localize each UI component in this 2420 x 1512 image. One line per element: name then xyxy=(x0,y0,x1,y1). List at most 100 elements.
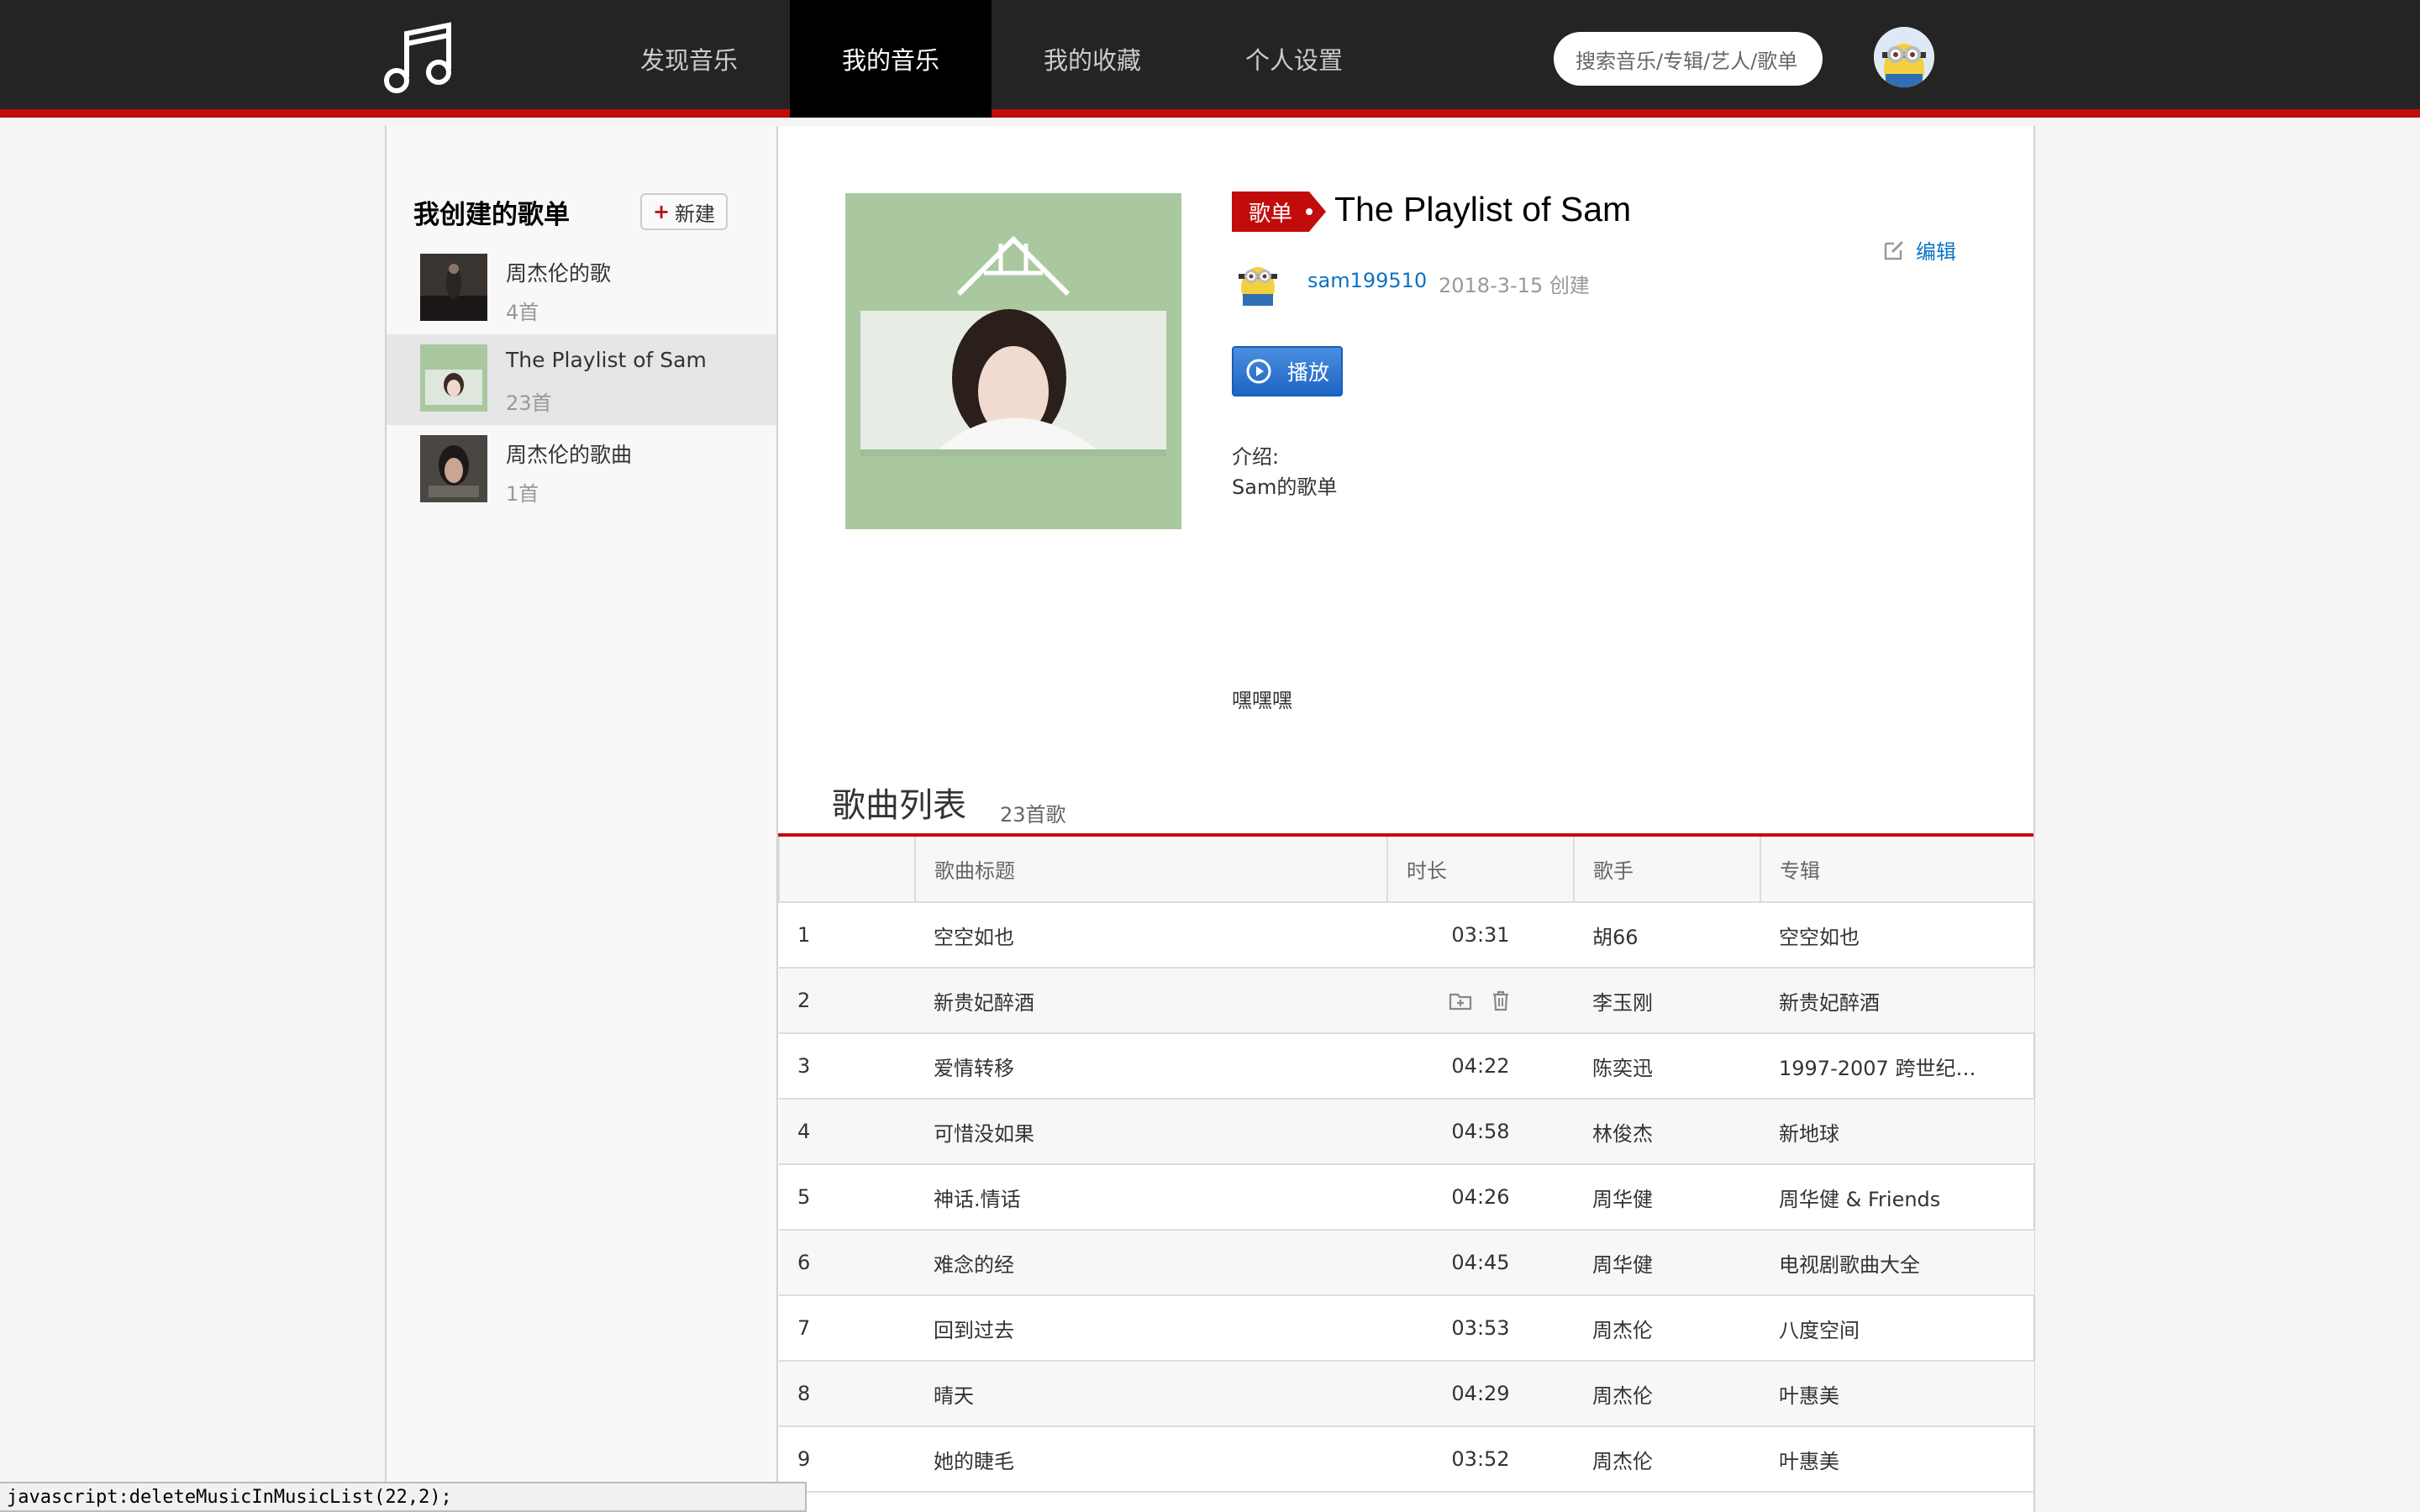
playlist-list: 周杰伦的歌 4首 The Playlist of Sam 23首 周杰伦的歌曲 … xyxy=(387,244,776,516)
song-artist[interactable]: 周杰伦 xyxy=(1574,1361,1760,1427)
song-title[interactable]: 她的睫毛 xyxy=(915,1426,1387,1493)
song-table: 歌曲标题 时长 歌手 专辑 1 空空如也 03:31 胡66 空空如也 2 新贵… xyxy=(778,837,2035,1493)
song-title[interactable]: 回到过去 xyxy=(915,1295,1387,1362)
song-duration: 04:22 xyxy=(1387,1033,1574,1100)
nav-my-music[interactable]: 我的音乐 xyxy=(790,0,992,118)
song-index: 5 xyxy=(779,1164,915,1231)
playlist-item[interactable]: 周杰伦的歌曲 1首 xyxy=(387,425,776,516)
playlist-name: 周杰伦的歌 xyxy=(506,261,612,286)
song-album[interactable]: 新地球 xyxy=(1760,1099,2034,1165)
song-row-actions xyxy=(1387,968,1574,1034)
playlist-tag-label: 歌单 xyxy=(1249,201,1293,227)
song-row[interactable]: 1 空空如也 03:31 胡66 空空如也 xyxy=(779,902,2034,969)
intro-extra-text: 嘿嘿嘿 xyxy=(1232,689,1292,712)
song-artist[interactable]: 周华健 xyxy=(1574,1164,1760,1231)
song-album[interactable]: 叶惠美 xyxy=(1760,1426,2034,1493)
new-playlist-button[interactable]: + 新建 xyxy=(640,193,728,230)
song-duration: 04:26 xyxy=(1387,1164,1574,1231)
plus-icon: + xyxy=(652,200,671,223)
song-title[interactable]: 空空如也 xyxy=(915,902,1387,969)
song-duration: 03:31 xyxy=(1387,902,1574,969)
song-artist[interactable]: 周华健 xyxy=(1574,1230,1760,1296)
song-album[interactable]: 空空如也 xyxy=(1760,902,2034,969)
tag-dot-icon xyxy=(1306,208,1313,215)
trash-icon[interactable] xyxy=(1488,988,1513,1013)
song-album[interactable]: 1997-2007 跨世纪… xyxy=(1760,1033,2034,1100)
top-nav-bar: 发现音乐 我的音乐 我的收藏 个人设置 搜索音乐/专辑/艺人/歌单 xyxy=(0,0,2420,118)
song-index: 2 xyxy=(779,968,915,1034)
song-duration: 04:29 xyxy=(1387,1361,1574,1427)
playlist-cover-image xyxy=(420,344,487,412)
song-album[interactable]: 八度空间 xyxy=(1760,1295,2034,1362)
song-title[interactable]: 难念的经 xyxy=(915,1230,1387,1296)
col-index xyxy=(778,837,916,903)
playlist-count: 1首 xyxy=(506,482,539,506)
playlist-item-active[interactable]: The Playlist of Sam 23首 xyxy=(387,334,776,425)
song-title[interactable]: 晴天 xyxy=(915,1361,1387,1427)
song-artist[interactable]: 胡66 xyxy=(1574,902,1760,969)
song-album[interactable]: 周华健 & Friends xyxy=(1760,1164,2034,1231)
play-icon xyxy=(1246,359,1271,384)
playlist-count: 23首 xyxy=(506,391,552,415)
new-playlist-label: 新建 xyxy=(675,202,716,226)
edit-icon xyxy=(1884,240,1904,260)
playlist-item[interactable]: 周杰伦的歌 4首 xyxy=(387,244,776,334)
play-button[interactable]: 播放 xyxy=(1232,346,1343,396)
song-duration: 03:53 xyxy=(1387,1295,1574,1362)
created-date: 2018-3-15 创建 xyxy=(1439,274,1590,297)
creator-name-link[interactable]: sam199510 xyxy=(1307,269,1427,292)
creator-avatar[interactable] xyxy=(1232,254,1284,306)
song-index: 8 xyxy=(779,1361,915,1427)
col-album: 专辑 xyxy=(1760,837,2035,903)
song-title[interactable]: 神话.情话 xyxy=(915,1164,1387,1231)
search-input[interactable]: 搜索音乐/专辑/艺人/歌单 xyxy=(1554,32,1823,86)
song-album[interactable]: 新贵妃醉酒 xyxy=(1760,968,2034,1034)
song-index: 3 xyxy=(779,1033,915,1100)
song-row[interactable]: 5 神话.情话 04:26 周华健 周华健 & Friends xyxy=(779,1164,2034,1231)
search-placeholder: 搜索音乐/专辑/艺人/歌单 xyxy=(1576,49,1798,73)
song-table-header: 歌曲标题 时长 歌手 专辑 xyxy=(778,837,2035,903)
song-row-hover[interactable]: 2 新贵妃醉酒 李玉刚 新贵妃醉酒 xyxy=(779,968,2034,1034)
song-list-title: 歌曲列表 xyxy=(832,786,966,825)
intro-text: Sam的歌单 xyxy=(1232,475,1338,499)
song-title[interactable]: 爱情转移 xyxy=(915,1033,1387,1100)
user-avatar[interactable] xyxy=(1874,27,1934,87)
song-list-count: 23首歌 xyxy=(1000,803,1066,827)
song-album[interactable]: 叶惠美 xyxy=(1760,1361,2034,1427)
song-index: 4 xyxy=(779,1099,915,1165)
nav-settings[interactable]: 个人设置 xyxy=(1193,0,1395,118)
song-index: 6 xyxy=(779,1230,915,1296)
song-row[interactable]: 9 她的睫毛 03:52 周杰伦 叶惠美 xyxy=(779,1426,2034,1493)
song-row[interactable]: 3 爱情转移 04:22 陈奕迅 1997-2007 跨世纪… xyxy=(779,1033,2034,1100)
nav-discover-music[interactable]: 发现音乐 xyxy=(588,0,790,118)
song-artist[interactable]: 周杰伦 xyxy=(1574,1426,1760,1493)
song-row[interactable]: 4 可惜没如果 04:58 林俊杰 新地球 xyxy=(779,1099,2034,1165)
playlist-tag: 歌单 xyxy=(1232,192,1326,232)
intro-label: 介绍: xyxy=(1232,445,1280,469)
playlist-name: 周杰伦的歌曲 xyxy=(506,443,633,467)
song-title[interactable]: 新贵妃醉酒 xyxy=(915,968,1387,1034)
song-artist[interactable]: 周杰伦 xyxy=(1574,1295,1760,1362)
song-index: 1 xyxy=(779,902,915,969)
created-playlists-heading: 我创建的歌单 xyxy=(413,200,570,230)
song-duration: 04:45 xyxy=(1387,1230,1574,1296)
song-row[interactable]: 7 回到过去 03:53 周杰伦 八度空间 xyxy=(779,1295,2034,1362)
song-index: 7 xyxy=(779,1295,915,1362)
song-row[interactable]: 6 难念的经 04:45 周华健 电视剧歌曲大全 xyxy=(779,1230,2034,1296)
playlist-count: 4首 xyxy=(506,301,539,324)
edit-playlist-button[interactable]: 编辑 xyxy=(1882,235,1956,265)
song-artist[interactable]: 李玉刚 xyxy=(1574,968,1760,1034)
add-to-playlist-icon[interactable] xyxy=(1448,988,1473,1013)
playlist-detail: 歌单 The Playlist of Sam 编辑 sam199510 2018… xyxy=(778,126,2035,1512)
song-album[interactable]: 电视剧歌曲大全 xyxy=(1760,1230,2034,1296)
playlist-title: The Playlist of Sam xyxy=(1334,190,1632,228)
song-artist[interactable]: 林俊杰 xyxy=(1574,1099,1760,1165)
nav-my-favorites[interactable]: 我的收藏 xyxy=(992,0,1193,118)
minion-avatar-icon xyxy=(1239,267,1277,306)
col-duration: 时长 xyxy=(1386,837,1575,903)
song-title[interactable]: 可惜没如果 xyxy=(915,1099,1387,1165)
music-note-logo-icon[interactable] xyxy=(383,22,455,97)
song-artist[interactable]: 陈奕迅 xyxy=(1574,1033,1760,1100)
song-row[interactable]: 8 晴天 04:29 周杰伦 叶惠美 xyxy=(779,1361,2034,1427)
playlist-name: The Playlist of Sam xyxy=(506,348,707,372)
